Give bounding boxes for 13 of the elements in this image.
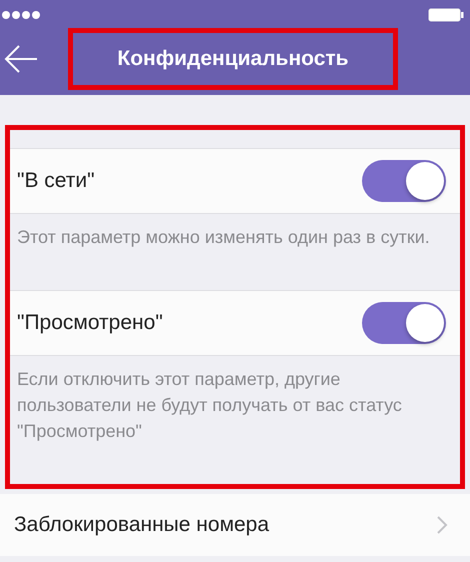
toggle-switch[interactable] bbox=[362, 302, 446, 344]
signal-icon bbox=[1, 10, 41, 20]
setting-description: Этот параметр можно изменять один раз в сутки. bbox=[16, 226, 431, 249]
toggle-switch[interactable] bbox=[362, 160, 446, 202]
back-arrow-icon[interactable] bbox=[4, 44, 38, 72]
screen-title: Конфиденциальность bbox=[68, 28, 398, 90]
menu-label: Заблокированные номера bbox=[14, 513, 270, 537]
setting-label: "В сети" bbox=[17, 169, 95, 193]
chevron-icon bbox=[436, 515, 448, 535]
setting-description: Если отключить этот параметр, другие пользователи не будут получать от вас статус "Просмотрено" bbox=[16, 368, 403, 443]
menu-row[interactable]: Заблокированные номера bbox=[0, 494, 470, 556]
battery-icon bbox=[428, 8, 464, 22]
setting-label: "Просмотрено" bbox=[17, 311, 163, 335]
